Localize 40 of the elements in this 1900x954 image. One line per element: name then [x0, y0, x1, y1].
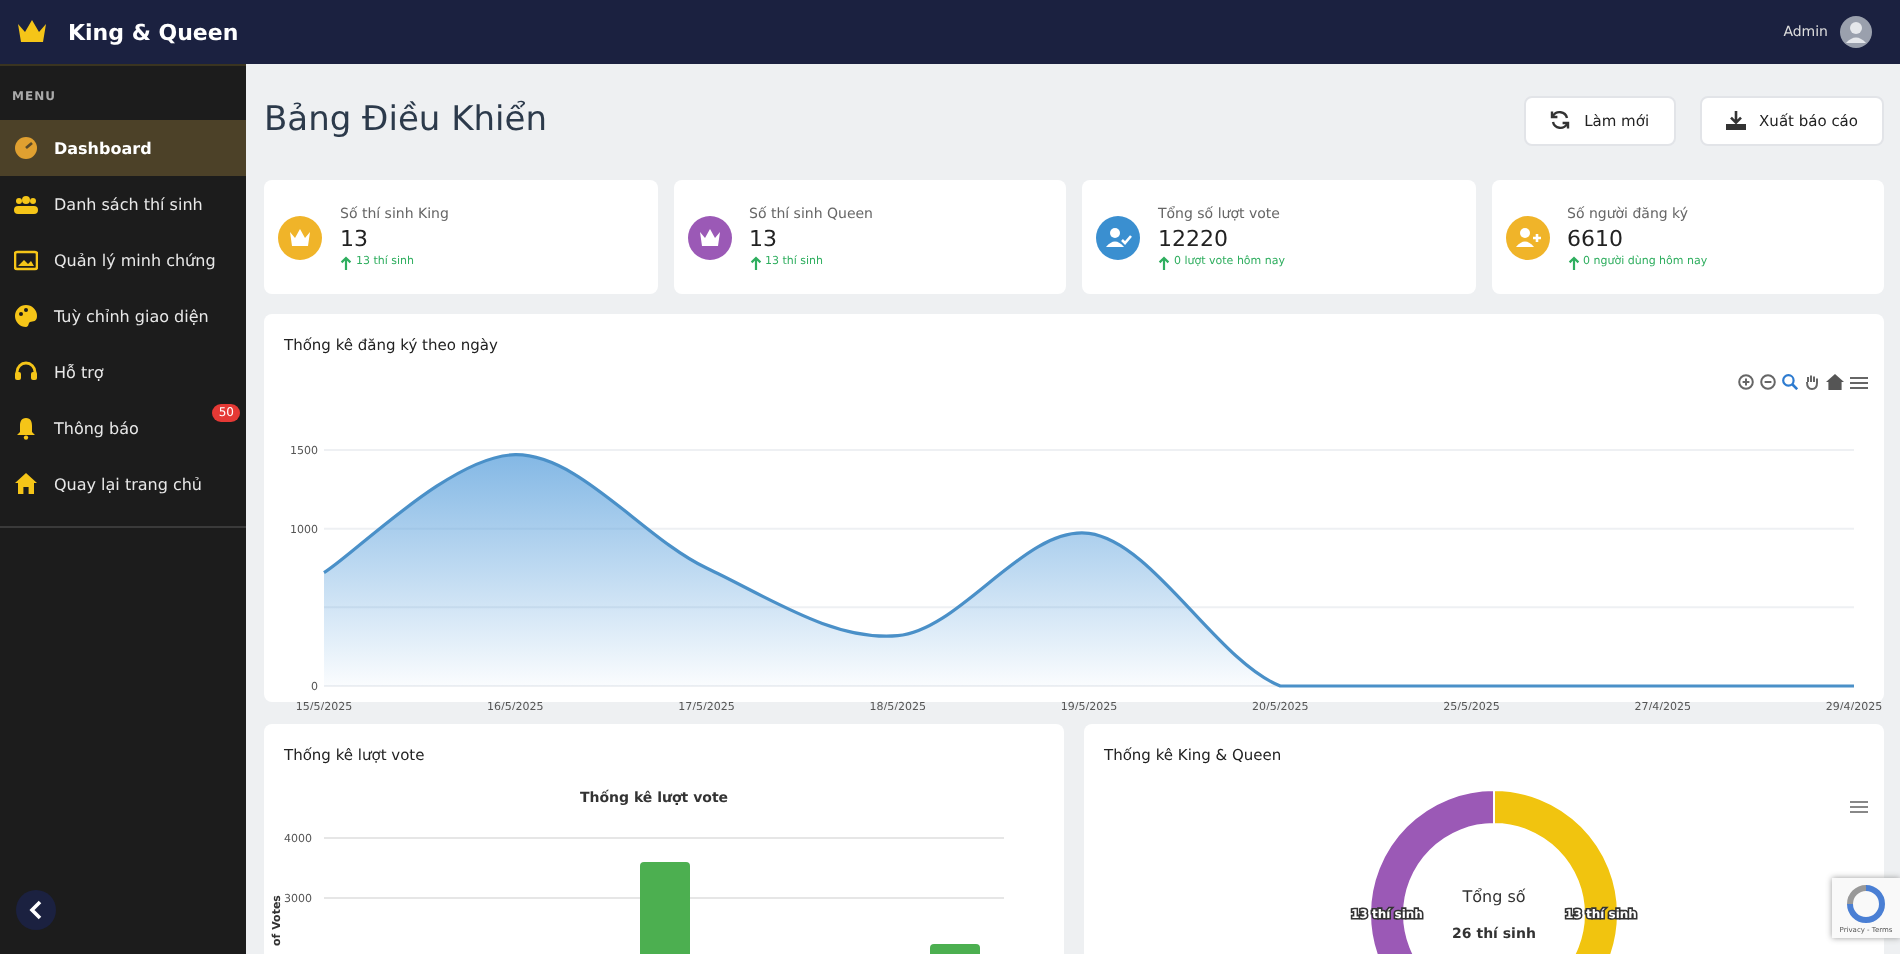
chevron-left-icon [28, 900, 44, 920]
donut-center-label: Tổng số [1462, 888, 1526, 906]
sidebar-item[interactable]: Quản lý minh chứng [0, 232, 246, 288]
search-icon[interactable] [1782, 374, 1798, 390]
sidebar-item[interactable]: Quay lại trang chủ [0, 456, 246, 512]
home-icon [14, 472, 38, 496]
sidebar-item[interactable]: Danh sách thí sinh [0, 176, 246, 232]
bar [930, 944, 980, 954]
users-icon [14, 192, 38, 216]
arrow-up-icon [340, 255, 352, 269]
stat-value: 12220 [1158, 225, 1230, 251]
arrow-up-icon [1158, 255, 1170, 269]
home-icon[interactable] [1826, 374, 1844, 390]
page-title: Bảng Điều Khiển [264, 100, 547, 140]
menu-icon[interactable] [1850, 800, 1868, 814]
refresh-icon [1550, 110, 1571, 130]
arrow-up-icon [1567, 255, 1579, 269]
avatar-icon[interactable] [1840, 16, 1872, 48]
crown-icon [16, 18, 48, 46]
recaptcha-icon [1846, 883, 1886, 923]
zoom-in-icon[interactable] [1738, 374, 1754, 390]
collapse-button[interactable] [16, 890, 56, 930]
menu-icon[interactable] [1850, 375, 1868, 389]
arrow-up-icon [749, 255, 761, 269]
sidebar-item[interactable]: Dashboard [0, 120, 246, 176]
brand-name: King & Queen [68, 19, 239, 45]
download-icon [1725, 110, 1746, 130]
stat-value: 13 [749, 225, 779, 251]
sidebar-item[interactable]: Hỗ trợ [0, 344, 246, 400]
stat-value: 6610 [1567, 225, 1625, 251]
bell-icon [14, 416, 38, 440]
zoom-out-icon[interactable] [1760, 374, 1776, 390]
gauge-icon [14, 136, 38, 160]
sidebar-item[interactable]: Tuỳ chỉnh giao diện [0, 288, 246, 344]
palette-icon [14, 304, 38, 328]
headset-icon [14, 360, 38, 384]
hand-icon[interactable] [1804, 374, 1820, 390]
bar [640, 862, 690, 954]
stat-value: 13 [340, 225, 370, 251]
images-icon [14, 248, 38, 272]
